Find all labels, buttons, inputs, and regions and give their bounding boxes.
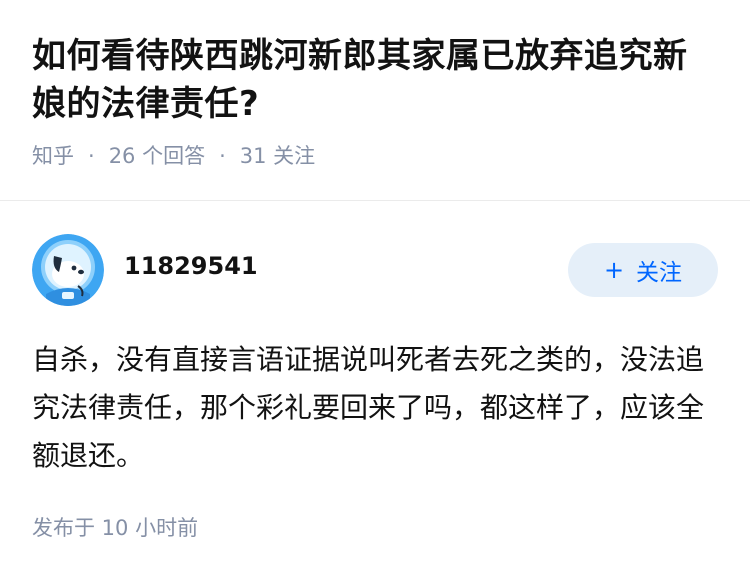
author-name[interactable]: 11829541 (124, 252, 258, 280)
follow-button[interactable]: + 关注 (568, 243, 718, 297)
avatar[interactable] (32, 234, 104, 306)
followers-count: 31 关注 (239, 144, 316, 168)
plus-icon: + (603, 256, 625, 284)
section-divider (0, 200, 750, 201)
question-header: 如何看待陕西跳河新郎其家属已放弃追究新娘的法律责任? 知乎 · 26 个回答 ·… (0, 0, 750, 170)
meta-separator: · (88, 144, 95, 168)
answer-published-time: 发布于 10 小时前 (32, 516, 199, 540)
source-label: 知乎 (32, 144, 74, 168)
answer-card: 11829541 + 关注 自杀，没有直接言语证据说叫死者去死之类的，没法追究法… (32, 234, 718, 540)
meta-separator: · (219, 144, 226, 168)
question-title[interactable]: 如何看待陕西跳河新郎其家属已放弃追究新娘的法律责任? (32, 32, 718, 128)
answers-count[interactable]: 26 个回答 (109, 142, 205, 170)
astronaut-dog-avatar-icon (32, 234, 104, 306)
zhihu-answer-page: 如何看待陕西跳河新郎其家属已放弃追究新娘的法律责任? 知乎 · 26 个回答 ·… (0, 0, 750, 580)
author-row: 11829541 + 关注 (32, 234, 718, 306)
answer-content: 自杀，没有直接言语证据说叫死者去死之类的，没法追究法律责任，那个彩礼要回来了吗，… (32, 343, 705, 472)
question-meta: 知乎 · 26 个回答 · 31 关注 (32, 142, 718, 170)
follow-label: 关注 (636, 260, 683, 286)
